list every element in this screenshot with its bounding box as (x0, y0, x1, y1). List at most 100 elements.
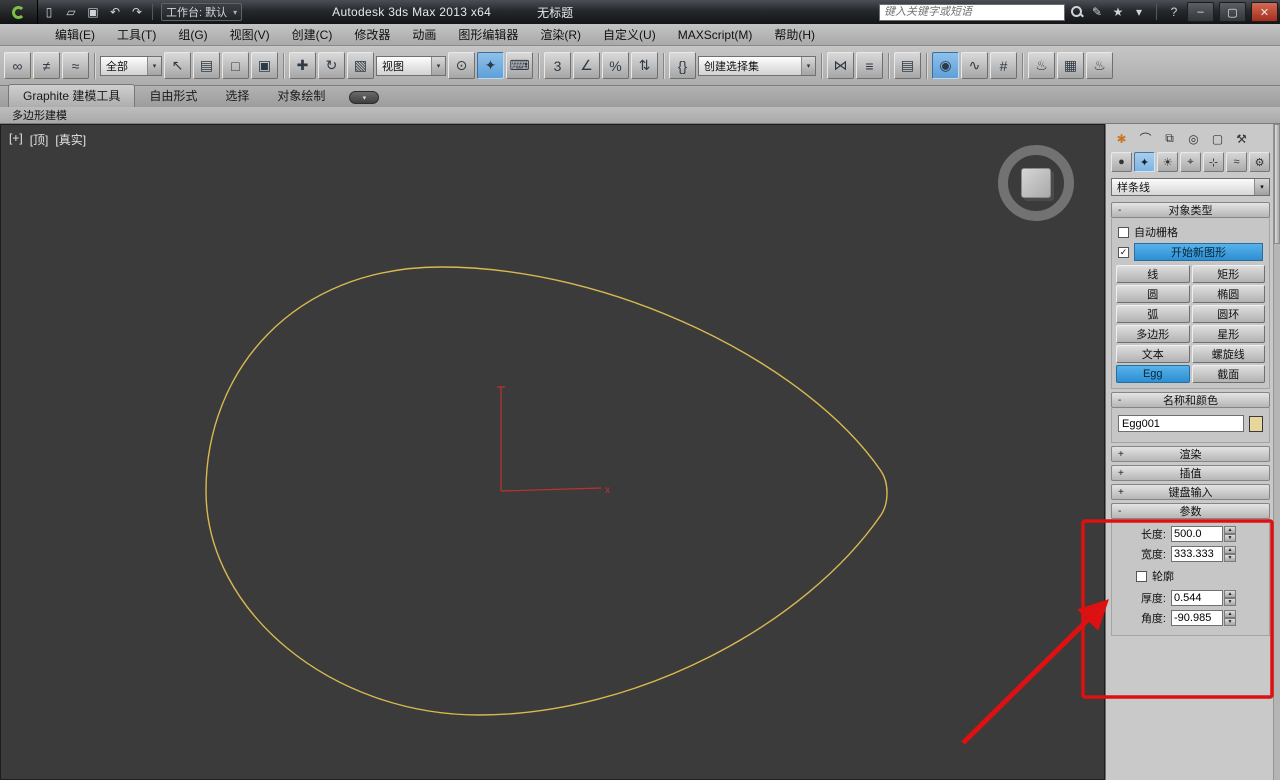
angle-spinner[interactable]: ▲ ▼ (1224, 610, 1236, 626)
viewport-general-menu[interactable]: [+] (9, 131, 23, 148)
thickness-input[interactable] (1171, 590, 1223, 606)
shape-button-rectangle[interactable]: 矩形 (1191, 265, 1265, 283)
shape-button-circle[interactable]: 圆 (1116, 285, 1190, 303)
schematic-view-icon[interactable]: # (990, 52, 1017, 79)
thickness-spinner[interactable]: ▲ ▼ (1224, 590, 1236, 606)
object-color-swatch[interactable] (1249, 415, 1263, 432)
save-file-icon[interactable]: ▣ (82, 2, 104, 22)
shape-button-egg[interactable]: Egg (1116, 365, 1190, 383)
scrollbar-thumb[interactable] (1274, 124, 1280, 244)
angle-snap-icon[interactable]: ∠ (573, 52, 600, 79)
layer-manager-icon[interactable]: ▤ (894, 52, 921, 79)
category-geometry-icon[interactable]: ● (1111, 152, 1132, 172)
select-by-name-icon[interactable]: ▤ (193, 52, 220, 79)
chevron-down-icon[interactable]: ▾ (1131, 5, 1147, 19)
shape-button-star[interactable]: 星形 (1191, 325, 1265, 343)
mirror-icon[interactable]: ⋈ (827, 52, 854, 79)
category-shapes-icon[interactable]: ✦ (1134, 152, 1155, 172)
named-selection-sets-dropdown[interactable]: 创建选择集 ▾ (698, 55, 816, 76)
viewport-pov-menu[interactable]: [顶] (30, 131, 49, 148)
rollout-parameters-header[interactable]: - 参数 (1111, 503, 1270, 519)
menu-animation[interactable]: 动画 (401, 24, 447, 45)
tab-freeform[interactable]: 自由形式 (135, 85, 211, 107)
bind-to-space-warp-icon[interactable]: ≈ (62, 52, 89, 79)
shape-button-arc[interactable]: 弧 (1116, 305, 1190, 323)
select-and-rotate-icon[interactable]: ↻ (318, 52, 345, 79)
tab-utilities-icon[interactable]: ⚒ (1231, 129, 1252, 148)
panel-polygon-modeling[interactable]: 多边形建模 (12, 107, 67, 123)
curve-editor-icon[interactable]: ∿ (961, 52, 988, 79)
pen-icon[interactable]: ✎ (1089, 5, 1105, 19)
width-spinner[interactable]: ▲ ▼ (1224, 546, 1236, 562)
menu-modifiers[interactable]: 修改器 (343, 24, 401, 45)
tab-create-icon[interactable]: ✱ (1111, 129, 1132, 148)
search-icon[interactable] (1070, 5, 1084, 19)
keyboard-shortcut-override-icon[interactable]: ⌨ (506, 52, 533, 79)
rectangular-selection-region-icon[interactable]: □ (222, 52, 249, 79)
category-lights-icon[interactable]: ☀ (1157, 152, 1178, 172)
star-icon[interactable]: ★ (1110, 5, 1126, 19)
shape-button-text[interactable]: 文本 (1116, 345, 1190, 363)
material-editor-icon[interactable]: ◉ (932, 52, 959, 79)
select-and-link-icon[interactable]: ∞ (4, 52, 31, 79)
3ds-max-logo[interactable] (0, 0, 38, 24)
select-and-move-icon[interactable]: ✚ (289, 52, 316, 79)
unlink-selection-icon[interactable]: ≠ (33, 52, 60, 79)
tab-graphite-modeling[interactable]: Graphite 建模工具 (8, 84, 136, 107)
tab-object-paint[interactable]: 对象绘制 (263, 85, 339, 107)
window-crossing-icon[interactable]: ▣ (251, 52, 278, 79)
edit-named-selection-sets-icon[interactable]: {} (669, 52, 696, 79)
shape-button-ngon[interactable]: 多边形 (1116, 325, 1190, 343)
menu-rendering[interactable]: 渲染(R) (529, 24, 592, 45)
menu-customize[interactable]: 自定义(U) (592, 24, 667, 45)
spinner-snap-icon[interactable]: ⇅ (631, 52, 658, 79)
select-and-manipulate-icon[interactable]: ✦ (477, 52, 504, 79)
help-icon[interactable]: ? (1166, 5, 1182, 19)
tab-motion-icon[interactable]: ◎ (1183, 129, 1204, 148)
open-file-icon[interactable]: ▱ (60, 2, 82, 22)
undo-icon[interactable]: ↶ (104, 2, 126, 22)
rollout-keyboard-entry-header[interactable]: + 键盘输入 (1111, 484, 1270, 500)
shape-category-dropdown[interactable]: 样条线 ▾ (1111, 178, 1270, 196)
minimize-button[interactable]: – (1187, 2, 1214, 22)
object-name-input[interactable] (1118, 415, 1244, 432)
select-object-icon[interactable]: ↖ (164, 52, 191, 79)
autogrid-checkbox[interactable] (1118, 226, 1129, 238)
ribbon-minimize-toggle[interactable]: ▾ (349, 91, 380, 104)
view-cube[interactable] (998, 145, 1074, 221)
workspace-dropdown[interactable]: 工作台: 默认 ▾ (161, 3, 243, 21)
menu-group[interactable]: 组(G) (167, 24, 218, 45)
rendered-frame-window-icon[interactable]: ▦ (1057, 52, 1084, 79)
reference-coordinate-dropdown[interactable]: 视图 ▾ (376, 55, 446, 76)
width-input[interactable] (1171, 546, 1223, 562)
rollout-rendering-header[interactable]: + 渲染 (1111, 446, 1270, 462)
render-setup-icon[interactable]: ♨ (1028, 52, 1055, 79)
command-panel-scrollbar[interactable] (1273, 124, 1280, 780)
render-production-icon[interactable]: ♨ (1086, 52, 1113, 79)
shape-button-donut[interactable]: 圆环 (1191, 305, 1265, 323)
tab-selection[interactable]: 选择 (211, 85, 263, 107)
view-cube-face[interactable] (1021, 168, 1051, 198)
menu-views[interactable]: 视图(V) (219, 24, 281, 45)
menu-maxscript[interactable]: MAXScript(M) (667, 24, 764, 45)
length-spinner[interactable]: ▲ ▼ (1224, 526, 1236, 542)
redo-icon[interactable]: ↷ (126, 2, 148, 22)
snap-toggle-3d-icon[interactable]: 3 (544, 52, 571, 79)
start-new-shape-button[interactable]: 开始新图形 (1134, 243, 1263, 261)
use-pivot-center-icon[interactable]: ⊙ (448, 52, 475, 79)
viewport-shading-menu[interactable]: [真实] (55, 131, 86, 148)
restore-button[interactable]: ▢ (1219, 2, 1246, 22)
menu-tools[interactable]: 工具(T) (106, 24, 167, 45)
shape-button-ellipse[interactable]: 椭圆 (1191, 285, 1265, 303)
select-and-scale-icon[interactable]: ▧ (347, 52, 374, 79)
tab-hierarchy-icon[interactable]: ⧉ (1159, 129, 1180, 148)
tab-display-icon[interactable]: ▢ (1207, 129, 1228, 148)
outline-checkbox[interactable] (1136, 570, 1147, 582)
category-spacewarps-icon[interactable]: ≈ (1226, 152, 1247, 172)
rollout-interpolation-header[interactable]: + 插值 (1111, 465, 1270, 481)
menu-help[interactable]: 帮助(H) (763, 24, 826, 45)
menu-create[interactable]: 创建(C) (281, 24, 344, 45)
angle-input[interactable] (1171, 610, 1223, 626)
viewport-top[interactable]: [+] [顶] [真实] x (0, 124, 1105, 780)
align-icon[interactable]: ≡ (856, 52, 883, 79)
